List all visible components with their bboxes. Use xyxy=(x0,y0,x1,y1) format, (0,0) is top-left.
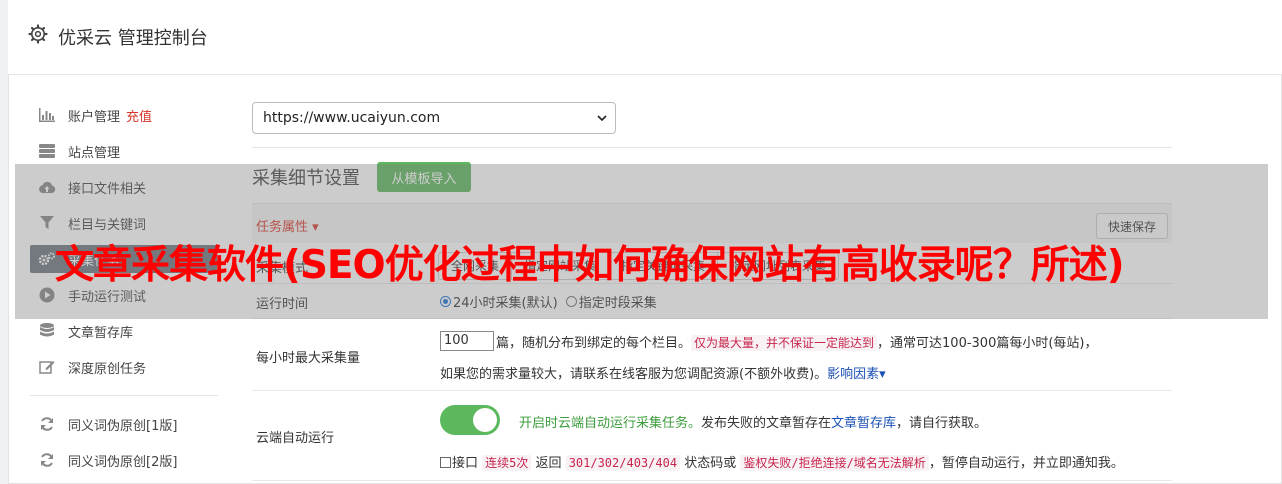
sidebar-item-deep-original[interactable]: 深度原创任务 xyxy=(30,354,220,380)
sidebar-item-label: 站点管理 xyxy=(68,145,121,161)
max-per-hour-label: 每小时最大采集量 xyxy=(256,351,361,366)
page-header: 优采云 管理控制台 xyxy=(8,0,1282,75)
refresh-icon xyxy=(38,451,56,469)
pause-checkbox[interactable] xyxy=(440,457,451,468)
sidebar-item-sites[interactable]: 站点管理 xyxy=(30,138,220,164)
bar-chart-icon xyxy=(38,106,56,124)
divider xyxy=(252,147,1172,148)
overlay-title: 文章采集软件(SEO优化过程中如何确保网站有高收录呢？所述) xyxy=(55,243,1125,288)
max-per-hour-input[interactable]: 100 xyxy=(440,331,494,351)
sidebar-divider xyxy=(30,395,218,396)
cloud-run-desc: 开启时云端自动运行采集任务。发布失败的文章暂存在文章暂存库，请自行获取。 xyxy=(519,412,987,431)
influence-factors-link[interactable]: 影响因素▾ xyxy=(827,367,886,382)
page-title: 优采云 管理控制台 xyxy=(58,28,208,49)
desc-text: 接口 xyxy=(452,456,479,471)
code-text: 鉴权失败/拒绝连接/域名无法解析 xyxy=(740,455,929,471)
row-divider xyxy=(252,390,1172,391)
desc-text: ，通常可达100-300篇每小时(每站)， xyxy=(877,336,1098,351)
cloud-run-label: 云端自动运行 xyxy=(256,431,335,446)
sidebar-item-label: 深度原创任务 xyxy=(68,361,147,377)
desc-text: 发布失败的文章暂存在 xyxy=(701,416,832,431)
sidebar-item-label: 同义词伪原创[2版] xyxy=(68,454,178,470)
site-select[interactable]: https://www.ucaiyun.com xyxy=(252,102,616,134)
site-select-value: https://www.ucaiyun.com xyxy=(263,110,441,126)
max-per-hour-desc: 篇，随机分布到绑定的每个栏目。 仅为最大量，并不保证一定能达到 ，通常可达100-3… xyxy=(496,332,1098,351)
desc-text: 篇，随机分布到绑定的每个栏目。 xyxy=(496,336,692,351)
sidebar-item-synonym-v1[interactable]: 同义词伪原创[1版] xyxy=(30,411,220,437)
cloud-run-toggle[interactable] xyxy=(440,405,500,435)
row-divider xyxy=(252,480,1172,481)
max-per-hour-desc2: 如果您的需求量较大，请联系在线客服为您调配资源(不额外收费)。影响因素▾ xyxy=(440,363,886,382)
desc-text: ，暂停自动运行，并立即通知我。 xyxy=(928,456,1124,471)
recharge-link[interactable]: 充值 xyxy=(126,106,152,125)
sidebar-item-synonym-v2[interactable]: 同义词伪原创[2版] xyxy=(30,447,220,473)
article-store-link[interactable]: 文章暂存库 xyxy=(831,416,896,431)
desc-text: ，请自行获取。 xyxy=(896,416,988,431)
code-text: 连续5次 xyxy=(482,455,532,471)
edit-icon xyxy=(38,358,56,376)
sidebar-item-label: 同义词伪原创[1版] xyxy=(68,418,178,434)
refresh-icon xyxy=(38,415,56,433)
desc-text: 状态码或 xyxy=(684,456,737,471)
gear-icon xyxy=(28,24,48,44)
database-icon xyxy=(38,322,56,340)
desc-text: 返回 xyxy=(535,456,562,471)
desc-text: 如果您的需求量较大，请联系在线客服为您调配资源(不额外收费)。 xyxy=(440,367,828,382)
server-icon xyxy=(38,142,56,160)
sidebar-item-article-store[interactable]: 文章暂存库 xyxy=(30,318,220,344)
sidebar-item-account[interactable]: 账户管理 充值 xyxy=(30,102,220,128)
max-note: 仅为最大量，并不保证一定能达到 xyxy=(691,335,878,351)
toggle-knob xyxy=(473,408,497,432)
desc-text: 开启时云端自动运行采集任务。 xyxy=(519,416,702,431)
code-text: 301/302/403/404 xyxy=(565,455,681,471)
sidebar-item-label: 文章暂存库 xyxy=(68,325,134,341)
sidebar-item-label: 账户管理 xyxy=(68,109,121,125)
chevron-down-icon xyxy=(597,115,607,122)
pause-rule: 接口 连续5次 返回 301/302/403/404 状态码或 鉴权失败/拒绝连… xyxy=(440,452,1124,471)
